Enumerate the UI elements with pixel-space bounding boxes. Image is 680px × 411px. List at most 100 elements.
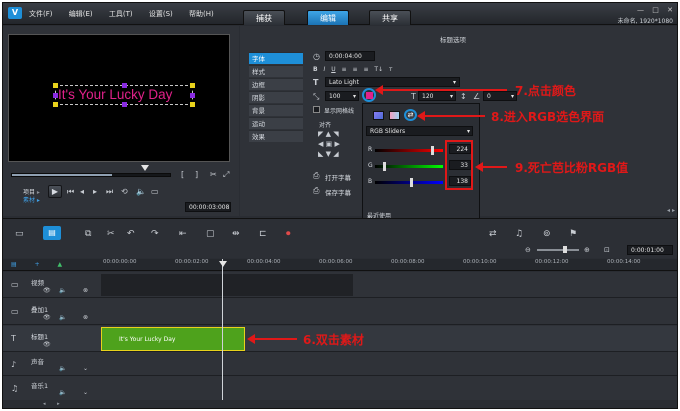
rgb-mode-icon[interactable]: ⇄ — [404, 109, 417, 121]
menu-file[interactable]: 文件(F) — [29, 10, 53, 18]
fit-icon[interactable]: ⊡ — [604, 246, 610, 254]
italic-icon[interactable]: I — [324, 66, 326, 73]
grid-checkbox[interactable] — [313, 106, 320, 113]
side-tab-style[interactable]: 样式 — [249, 65, 303, 77]
font-size-field[interactable]: 120 ▾ — [418, 91, 456, 101]
menu-settings[interactable]: 设置(S) — [149, 10, 173, 18]
side-tab-border[interactable]: 边框 — [249, 78, 303, 90]
zoom-out-icon[interactable]: ⊖ — [525, 246, 531, 254]
playhead-line[interactable] — [222, 259, 223, 400]
mark-out-icon[interactable]: ] — [195, 171, 198, 179]
b-slider[interactable] — [375, 181, 443, 184]
scroll-track-left-icon[interactable]: ◂ — [43, 401, 46, 407]
voice-audio-icon[interactable]: 🔈 — [59, 365, 66, 373]
handle-bottom-right[interactable] — [190, 102, 195, 107]
align-tr-icon[interactable]: ◥ — [333, 130, 338, 138]
zoom-field[interactable]: 100 ▾ — [325, 91, 359, 101]
redo-icon[interactable]: ↷ — [151, 230, 159, 239]
video-visible-icon[interactable]: 👁 — [43, 287, 51, 295]
handle-bottom-left[interactable] — [53, 102, 58, 107]
zoom-slider-thumb[interactable] — [563, 246, 567, 253]
side-tab-effects[interactable]: 效果 — [249, 130, 303, 142]
close-icon[interactable]: ✕ — [667, 6, 673, 14]
mark-in-icon[interactable]: [ — [181, 171, 184, 179]
b-slider-thumb[interactable] — [410, 178, 413, 187]
duration-field[interactable]: 0:00:04:00 — [325, 51, 375, 61]
title-visible-icon[interactable]: 👁 — [43, 341, 51, 349]
record-icon[interactable]: ⏺ — [286, 230, 291, 239]
enlarge-icon[interactable]: ⤢ — [223, 171, 229, 179]
ripple-icon[interactable]: ▲ — [58, 261, 63, 268]
underline-icon[interactable]: U — [331, 66, 335, 73]
title-clip[interactable]: It's Your Lucky Day — [101, 327, 245, 351]
play-button[interactable]: ▶ — [48, 185, 62, 198]
handle-right-mid[interactable] — [190, 93, 195, 98]
music-audio-icon[interactable]: 🔈 — [59, 389, 66, 397]
align-left-icon[interactable]: ≡ — [342, 66, 347, 73]
scroll-left-icon[interactable]: ◂ — [667, 207, 670, 214]
music-expand-icon[interactable]: ⌄ — [83, 389, 88, 397]
scroll-track-right-icon[interactable]: ▸ — [57, 401, 60, 407]
side-tab-background[interactable]: 背景 — [249, 104, 303, 116]
maximize-icon[interactable]: □ — [652, 6, 659, 14]
r-slider-thumb[interactable] — [431, 146, 434, 155]
font-size-dropdown-icon[interactable]: ▾ — [450, 92, 453, 101]
overlay-mute-icon[interactable]: ⊗ — [83, 314, 88, 322]
rotation-field[interactable]: 0 ▾ — [483, 91, 517, 101]
video-mute-icon[interactable]: ⊗ — [83, 287, 88, 295]
preview-screen[interactable]: It's Your Lucky Day — [8, 34, 230, 162]
vertical-text-icon[interactable]: T↓ — [374, 66, 383, 73]
tools-icon[interactable]: ✂ — [107, 230, 115, 239]
minimize-icon[interactable]: — — [637, 6, 644, 14]
scrub-handle[interactable] — [141, 165, 149, 171]
zoom-slider[interactable] — [537, 249, 579, 251]
home-icon[interactable]: ⏮ — [67, 188, 74, 196]
bold-icon[interactable]: B — [313, 66, 318, 73]
overlay-audio-icon[interactable]: 🔈 — [59, 314, 66, 322]
align-right-icon[interactable]: ≡ — [363, 66, 368, 73]
handle-top-mid[interactable] — [122, 83, 127, 88]
video-track-lane[interactable] — [101, 274, 353, 296]
multi-trim-icon[interactable]: ⇹ — [232, 230, 240, 239]
storyboard-view-icon[interactable]: ▭ — [15, 230, 24, 239]
tab-share[interactable]: 共享 — [369, 10, 411, 25]
prev-frame-icon[interactable]: ◂ — [80, 188, 84, 196]
save-title-button[interactable]: 保存字幕 — [325, 187, 351, 197]
timecode-display[interactable]: 00:00:03:008 — [185, 202, 231, 212]
motion-track-icon[interactable]: ⊚ — [543, 230, 551, 239]
aspect-icon[interactable]: ▭ — [151, 188, 159, 196]
split-icon[interactable]: ✂ — [210, 171, 217, 179]
picker-mode-select[interactable]: RGB Sliders ▾ — [366, 126, 473, 136]
title-text-box[interactable]: It's Your Lucky Day — [53, 83, 195, 107]
side-tab-shadow[interactable]: 阴影 — [249, 91, 303, 103]
overlay-visible-icon[interactable]: 👁 — [43, 314, 51, 322]
next-frame-icon[interactable]: ▸ — [93, 188, 97, 196]
handle-left-mid[interactable] — [53, 93, 58, 98]
subtitle-icon[interactable]: ▢ — [206, 230, 215, 239]
font-color-swatch[interactable] — [362, 88, 376, 102]
align-tl-icon[interactable]: ◤ — [318, 130, 323, 138]
zoom-in-icon[interactable]: ⊕ — [584, 246, 590, 254]
align-ml-icon[interactable]: ◀ — [318, 140, 323, 148]
playhead-marker[interactable] — [219, 261, 227, 267]
menu-tools[interactable]: 工具(T) — [109, 10, 133, 18]
b-value-field[interactable]: 138 — [449, 176, 471, 186]
align-br-icon[interactable]: ◢ — [333, 150, 338, 158]
add-track-icon[interactable]: + — [35, 261, 40, 268]
g-slider-thumb[interactable] — [383, 162, 386, 171]
trim-icon[interactable]: ⇤ — [179, 230, 187, 239]
spectrum-mode-icon[interactable] — [389, 111, 400, 120]
undo-icon[interactable]: ↶ — [127, 230, 135, 239]
voice-expand-icon[interactable]: ⌄ — [83, 365, 88, 373]
menu-help[interactable]: 帮助(H) — [189, 10, 214, 18]
chapter-icon[interactable]: ⚑ — [569, 230, 577, 239]
end-icon[interactable]: ⏭ — [106, 188, 113, 196]
scrub-bar[interactable] — [11, 173, 171, 177]
open-title-button[interactable]: 打开字幕 — [325, 172, 351, 182]
volume-icon[interactable]: 🔈 — [136, 188, 146, 196]
align-bl-icon[interactable]: ◣ — [318, 150, 323, 158]
picker-mode-dropdown-icon[interactable]: ▾ — [467, 127, 470, 136]
tab-capture[interactable]: 捕获 — [243, 10, 285, 25]
rotate-text-icon[interactable]: ᴛ — [389, 66, 393, 73]
mode-clip[interactable]: 素材 ▸ — [23, 195, 40, 204]
